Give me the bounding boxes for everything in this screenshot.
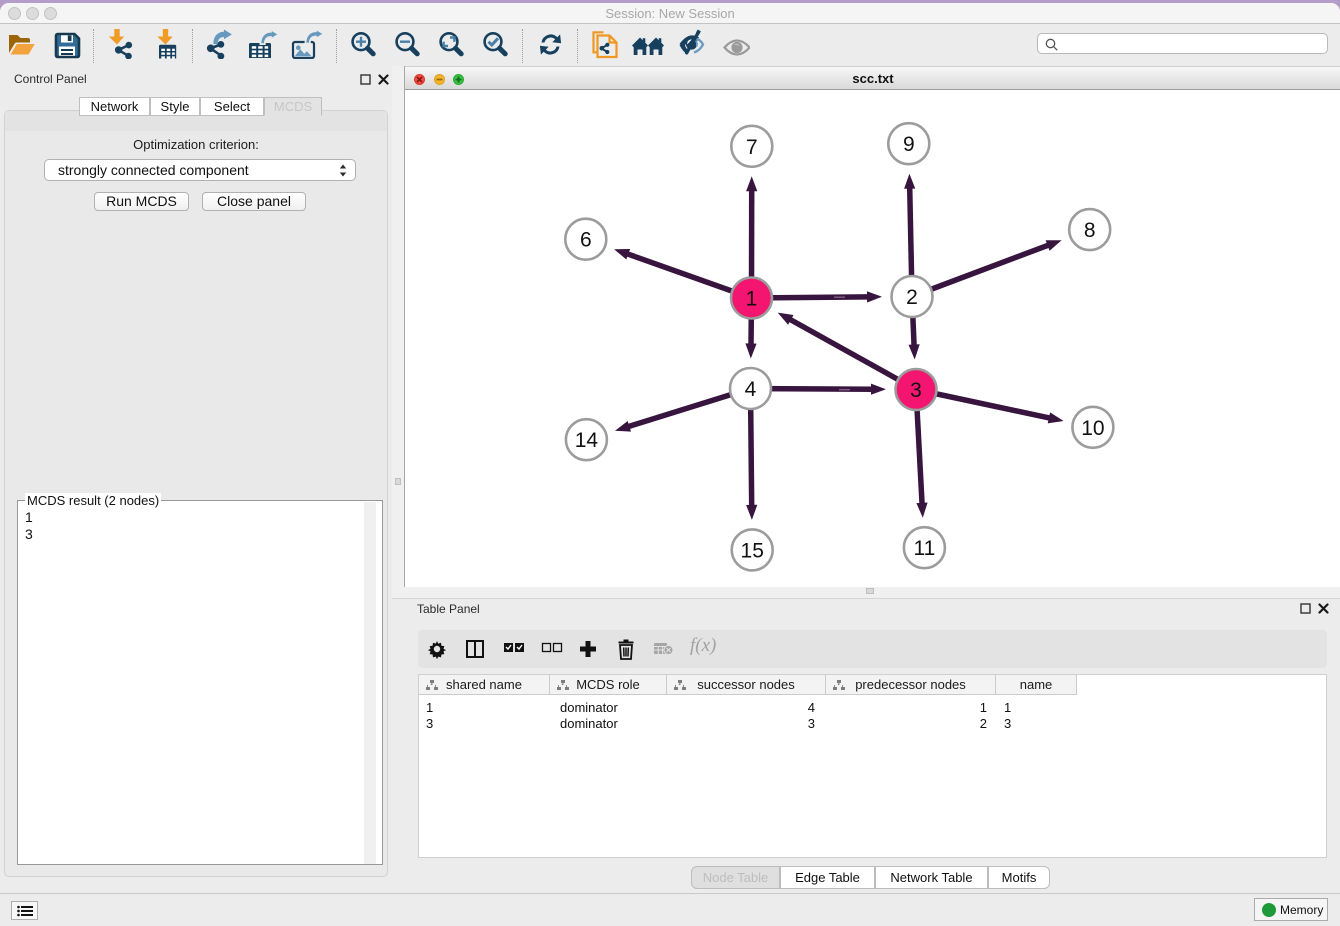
svg-text:3: 3 — [910, 379, 922, 402]
svg-text:11: 11 — [913, 537, 935, 560]
svg-text:14: 14 — [575, 429, 599, 452]
svg-text:6: 6 — [580, 229, 592, 252]
svg-text:7: 7 — [746, 136, 758, 159]
svg-text:4: 4 — [745, 378, 757, 401]
svg-text:8: 8 — [1084, 219, 1096, 242]
svg-text:15: 15 — [741, 539, 764, 562]
svg-text:9: 9 — [903, 133, 915, 156]
svg-text:1: 1 — [746, 288, 758, 311]
svg-text:2: 2 — [906, 286, 918, 309]
svg-text:10: 10 — [1081, 417, 1104, 440]
